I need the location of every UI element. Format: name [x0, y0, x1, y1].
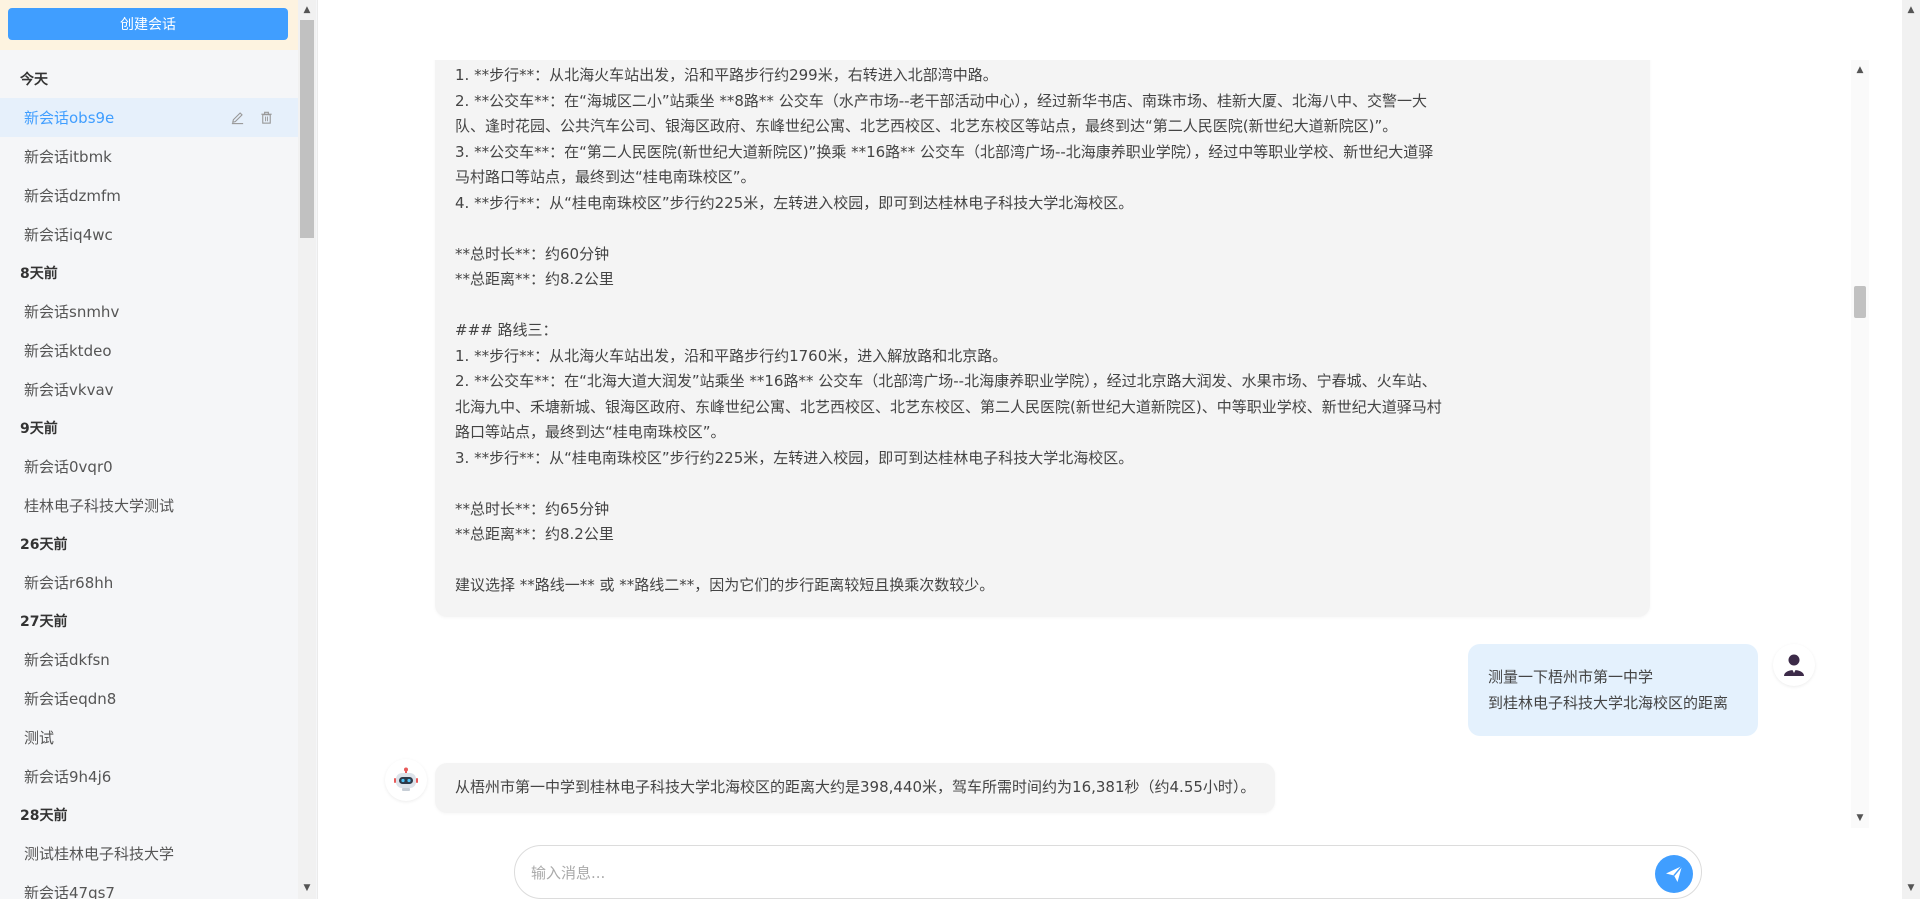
bot-message-line [455, 216, 1630, 242]
trash-icon[interactable] [259, 110, 274, 125]
scroll-up-arrow-icon[interactable]: ▲ [298, 2, 316, 18]
bot-message-line: 3. **步行**：从“桂电南珠校区”步行约225米，左转进入校园，即可到达桂林… [455, 448, 1134, 467]
user-message-line: 测量一下梧州市第一中学 [1488, 668, 1654, 686]
session-item[interactable]: 新会话vkvav [0, 370, 298, 409]
bot-message-line: 路口等站点，最终到达“桂电南珠校区”。 [455, 423, 726, 441]
session-item-label: 测试桂林电子科技大学 [24, 845, 175, 863]
bot-message: 从梧州市第一中学到桂林电子科技大学北海校区的距离大约是398,440米，驾车所需… [435, 763, 1275, 813]
chat-scrollbar[interactable]: ▲ ▼ [1851, 60, 1869, 828]
bot-message: 1. **步行**：从北海火车站出发，沿和平路步行约299米，右转进入北部湾中路… [435, 60, 1650, 617]
scroll-up-arrow-icon[interactable]: ▲ [1851, 62, 1869, 78]
bot-message-line: 2. **公交车**：在“北海大道大润发”站乘坐 **16路** 公交车（北部湾… [455, 372, 1437, 390]
bot-message-line: ### 路线三： [455, 321, 558, 339]
session-item[interactable]: 测试 [0, 718, 298, 757]
session-item-label: 新会话r68hh [24, 574, 114, 592]
bot-message-line: **总距离**：约8.2公里 [455, 270, 614, 288]
session-item-label: 新会话iq4wc [24, 226, 113, 244]
group-title: 27天前 [20, 614, 68, 630]
group-title: 8天前 [20, 266, 58, 282]
session-item[interactable]: 新会话ktdeo [0, 331, 298, 370]
group-title: 9天前 [20, 421, 58, 437]
user-message: 测量一下梧州市第一中学 到桂林电子科技大学北海校区的距离 [1468, 644, 1758, 736]
sidebar-scrollbar[interactable]: ▲ ▼ [298, 0, 316, 899]
bot-avatar [385, 759, 427, 801]
session-item-label: 新会话dzmfm [24, 187, 121, 205]
bot-message-line: 4. **步行**：从“桂电南珠校区”步行约225米，左转进入校园，即可到达桂林… [455, 193, 1134, 212]
group-title: 26天前 [20, 537, 68, 553]
bot-message-line [455, 471, 1630, 497]
send-button[interactable] [1655, 855, 1693, 893]
session-item[interactable]: 新会话snmhv [0, 292, 298, 331]
message-input[interactable] [531, 860, 1611, 886]
session-actions [230, 98, 274, 137]
sidebar-scroll-thumb[interactable] [300, 20, 314, 238]
bot-message-line [455, 293, 1630, 319]
sidebar: 创建会话 今天新会话obs9e 新会话itbmk 新会话dzmfm 新会话iq4wc 8… [0, 0, 318, 899]
session-item[interactable]: 新会话9h4j6 [0, 757, 298, 796]
session-item[interactable]: 新会话eqdn8 [0, 679, 298, 718]
session-item[interactable]: 新会话itbmk [0, 137, 298, 176]
bot-message-line: **总距离**：约8.2公里 [455, 525, 614, 543]
bot-message-line: 北海九中、禾塘新城、银海区政府、东峰世纪公寓、北艺西校区、北艺东校区、第二人民医… [455, 397, 1442, 416]
create-session-button[interactable]: 创建会话 [8, 8, 288, 40]
paper-plane-icon [1666, 865, 1683, 882]
scroll-down-arrow-icon[interactable]: ▼ [1851, 810, 1869, 826]
bot-message-line: 3. **公交车**：在“第二人民医院(新世纪大道新院区)”换乘 **16路**… [455, 142, 1434, 161]
bot-message-line [455, 548, 1630, 574]
group-title: 28天前 [20, 808, 68, 824]
bot-message-line: **总时长**：约65分钟 [455, 499, 610, 518]
scroll-down-arrow-icon[interactable]: ▼ [1902, 880, 1920, 896]
session-item[interactable]: 新会话obs9e [0, 98, 298, 137]
bot-message-line: 建议选择 **路线一** 或 **路线二**，因为它们的步行距离较短且换乘次数较… [455, 576, 995, 594]
session-list: 今天新会话obs9e 新会话itbmk 新会话dzmfm 新会话iq4wc 8天前新会话… [0, 60, 298, 899]
bot-message-line: 队、逢时花园、公共汽车公司、银海区政府、东峰世纪公寓、北艺西校区、北艺东校区等站… [455, 117, 1398, 135]
bot-message-line: 2. **公交车**：在“海城区二小”站乘坐 **8路** 公交车（水产市场--… [455, 91, 1428, 110]
session-item-label: 桂林电子科技大学测试 [24, 497, 175, 515]
session-item-label: 新会话dkfsn [24, 651, 110, 669]
bot-message-line: 1. **步行**：从北海火车站出发，沿和平路步行约299米，右转进入北部湾中路… [455, 66, 998, 84]
session-item[interactable]: 新会话iq4wc [0, 215, 298, 254]
bot-message-line: 1. **步行**：从北海火车站出发，沿和平路步行约1760米，进入解放路和北京… [455, 346, 1008, 365]
message-input-bar [514, 845, 1702, 899]
session-item[interactable]: 桂林电子科技大学测试 [0, 486, 298, 525]
group-title: 今天 [20, 72, 48, 88]
create-area: 创建会话 [0, 0, 298, 50]
user-message-line: 到桂林电子科技大学北海校区的距离 [1488, 694, 1729, 712]
session-item[interactable]: 新会话dzmfm [0, 176, 298, 215]
bot-message-line: 从梧州市第一中学到桂林电子科技大学北海校区的距离大约是398,440米，驾车所需… [455, 778, 1256, 796]
session-item-label: 新会话9h4j6 [24, 768, 112, 786]
session-item-label: 新会话ktdeo [24, 342, 112, 360]
bot-message-line: 马村路口等站点，最终到达“桂电南珠校区”。 [455, 168, 756, 186]
user-avatar [1773, 644, 1815, 686]
scroll-up-arrow-icon[interactable]: ▲ [1902, 2, 1920, 18]
session-item-label: 新会话itbmk [24, 148, 112, 166]
session-item-label: 新会话obs9e [24, 109, 115, 127]
session-item[interactable]: 新会话0vqr0 [0, 447, 298, 486]
page-scrollbar[interactable]: ▲ ▼ [1902, 0, 1920, 899]
edit-icon[interactable] [230, 110, 245, 125]
session-item-label: 新会话snmhv [24, 303, 120, 321]
robot-icon [394, 767, 418, 791]
session-item[interactable]: 测试桂林电子科技大学 [0, 834, 298, 873]
session-item-label: 测试 [24, 729, 55, 747]
session-item[interactable]: 新会话dkfsn [0, 640, 298, 679]
chat-scroll-thumb[interactable] [1854, 286, 1866, 318]
session-item-label: 新会话47qs7 [24, 884, 115, 899]
scroll-down-arrow-icon[interactable]: ▼ [298, 880, 316, 896]
chat-messages: 1. **步行**：从北海火车站出发，沿和平路步行约299米，右转进入北部湾中路… [318, 60, 1868, 828]
bot-message-line: **总时长**：约60分钟 [455, 244, 610, 263]
session-item-label: 新会话vkvav [24, 381, 114, 399]
session-item[interactable]: 新会话r68hh [0, 563, 298, 602]
user-avatar-icon [1784, 654, 1804, 676]
session-item-label: 新会话eqdn8 [24, 690, 117, 708]
session-item-label: 新会话0vqr0 [24, 458, 113, 476]
session-item[interactable]: 新会话47qs7 [0, 873, 298, 899]
